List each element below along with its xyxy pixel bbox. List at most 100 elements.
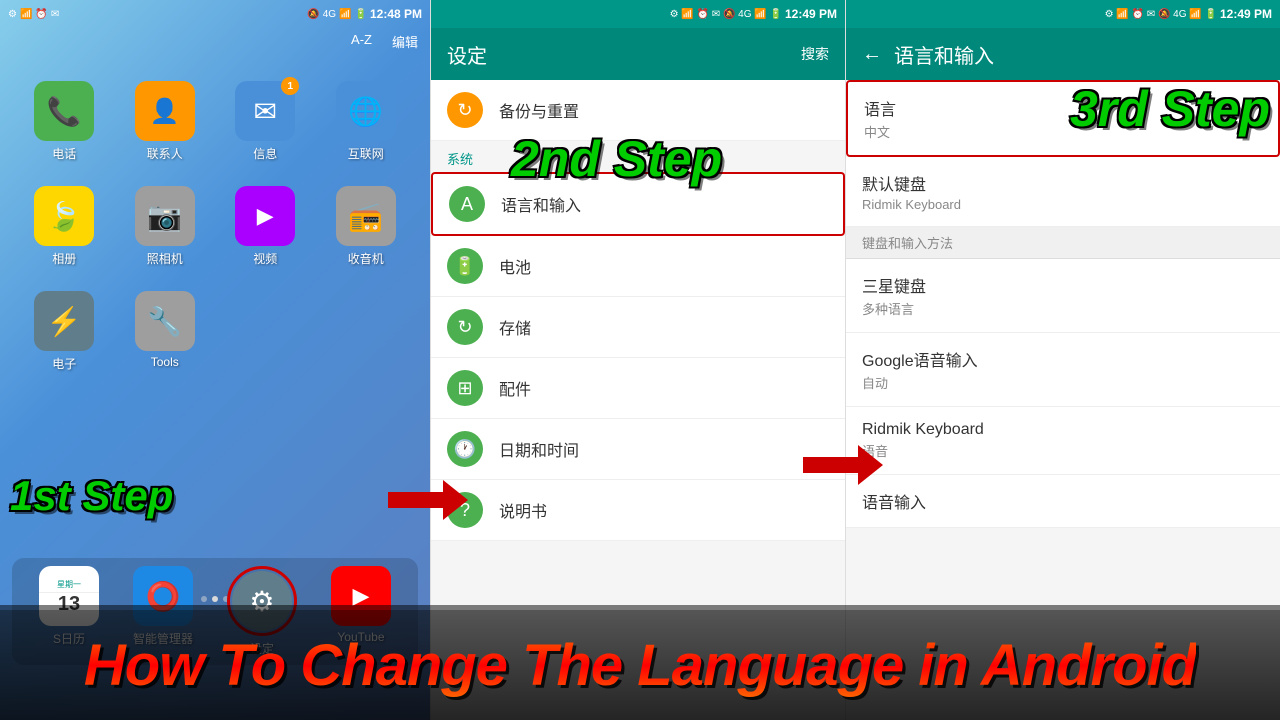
- wifi-icon: 📶: [20, 9, 32, 20]
- settings-item-manual[interactable]: ? 说明书: [431, 480, 845, 541]
- accessories-icon: ⊞: [447, 370, 483, 406]
- panel1-status-icons-right: 🔕 4G 📶 🔋 12:48 PM: [307, 7, 422, 21]
- language-input-title: 语言和输入: [894, 40, 994, 69]
- keyboard-section-divider: 键盘和输入方法: [846, 227, 1280, 259]
- voice-input-title: 语音输入: [862, 489, 1264, 513]
- accessories-label: 配件: [499, 376, 531, 400]
- gallery-label: 相册: [52, 250, 76, 267]
- edit-label[interactable]: 编辑: [392, 32, 418, 51]
- ridmik-title: Ridmik Keyboard: [862, 421, 1264, 439]
- tools2-label: Tools: [151, 355, 179, 369]
- step2-label: 2nd Step: [511, 130, 722, 188]
- datetime-label: 日期和时间: [499, 437, 579, 461]
- arrow2-container: [803, 445, 883, 490]
- video-icon: ▶: [235, 186, 295, 246]
- radio-icon: 📻: [336, 186, 396, 246]
- step1-label: 1st Step: [10, 472, 173, 520]
- internet-icon: 🌐: [336, 81, 396, 141]
- tools-label: 电子: [52, 355, 76, 372]
- app-contacts[interactable]: 👤 联系人: [121, 81, 210, 162]
- messages-icon: ✉ 1: [235, 81, 295, 141]
- lang-item-google-voice[interactable]: Google语音输入 自动: [846, 333, 1280, 407]
- settings-header: 设定 搜索: [431, 28, 845, 80]
- manual-label: 说明书: [499, 498, 547, 522]
- lang-item-voice-input[interactable]: 语音输入: [846, 475, 1280, 528]
- video-label: 视频: [253, 250, 277, 267]
- p3-time: 12:49 PM: [1220, 7, 1272, 21]
- p3-icons: ⚙ 📶 ⏰ ✉ 🔕 4G 📶 🔋: [1105, 9, 1217, 20]
- empty-slot2: [322, 291, 382, 372]
- phone-label: 电话: [52, 145, 76, 162]
- samsung-keyboard-subtitle: 多种语言: [862, 299, 1264, 318]
- settings-item-accessories[interactable]: ⊞ 配件: [431, 358, 845, 419]
- ridmik-subtitle: 语音: [862, 441, 1264, 460]
- phone-icon: 📞: [34, 81, 94, 141]
- settings-item-datetime[interactable]: 🕐 日期和时间: [431, 419, 845, 480]
- language-icon: A: [449, 186, 485, 222]
- p2-time: 12:49 PM: [785, 7, 837, 21]
- internet-label: 互联网: [348, 145, 384, 162]
- step3-label: 3rd Step: [1070, 80, 1270, 138]
- signal-icon: 4G: [323, 9, 336, 20]
- panel1-status-bar: ⚙ 📶 ⏰ ✉ 🔕 4G 📶 🔋 12:48 PM: [0, 0, 430, 28]
- panel1-status-icons-left: ⚙ 📶 ⏰ ✉: [8, 9, 59, 20]
- contacts-label: 联系人: [147, 145, 183, 162]
- app-messages[interactable]: ✉ 1 信息: [221, 81, 310, 162]
- app-gallery[interactable]: 🍃 相册: [20, 186, 109, 267]
- signal-bars: 📶: [339, 9, 351, 20]
- empty-slot1: [221, 291, 281, 372]
- language-list: 语言 中文 默认键盘 Ridmik Keyboard 键盘和输入方法 三星键盘 …: [846, 80, 1280, 528]
- default-keyboard-subtitle: Ridmik Keyboard: [862, 197, 1264, 212]
- app-row-2: 🍃 相册 📷 照相机 ▶ 视频 📻 收音机: [0, 170, 430, 283]
- settings-title: 设定: [447, 40, 487, 69]
- arrow1-container: [388, 480, 468, 520]
- app-tools2[interactable]: 🔧 Tools: [121, 291, 210, 372]
- language-label: 语言和输入: [501, 192, 581, 216]
- back-button[interactable]: ←: [862, 43, 882, 66]
- contacts-icon: 👤: [135, 81, 195, 141]
- settings-search[interactable]: 搜索: [801, 44, 829, 64]
- battery-settings-icon: 🔋: [447, 248, 483, 284]
- messages-label: 信息: [253, 145, 277, 162]
- backup-icon: ↻: [447, 92, 483, 128]
- arrow2-svg: [803, 445, 883, 485]
- default-keyboard-title: 默认键盘: [862, 171, 1264, 195]
- google-voice-title: Google语音输入: [862, 347, 1264, 371]
- radio-label: 收音机: [348, 250, 384, 267]
- settings-item-storage[interactable]: ↻ 存储: [431, 297, 845, 358]
- language-header: ← 语言和输入: [846, 28, 1280, 80]
- alarm-icon: ⏰: [35, 9, 47, 20]
- tools-icon: ⚡: [34, 291, 94, 351]
- bottom-title-text: How To Change The Language in Android: [84, 632, 1196, 699]
- tools2-icon: 🔧: [135, 291, 195, 351]
- datetime-icon: 🕐: [447, 431, 483, 467]
- camera-label: 照相机: [147, 250, 183, 267]
- app-row-1: 📞 电话 👤 联系人 ✉ 1 信息 🌐 互联网: [0, 65, 430, 178]
- battery-settings-label: 电池: [499, 254, 531, 278]
- app-video[interactable]: ▶ 视频: [221, 186, 310, 267]
- app-tools[interactable]: ⚡ 电子: [20, 291, 109, 372]
- gallery-icon: 🍃: [34, 186, 94, 246]
- silent-icon: 🔕: [307, 9, 319, 20]
- app-radio[interactable]: 📻 收音机: [322, 186, 411, 267]
- arrow1-svg: [388, 480, 468, 520]
- storage-icon: ↻: [447, 309, 483, 345]
- panel3-status-bar: ⚙ 📶 ⏰ ✉ 🔕 4G 📶 🔋 12:49 PM: [846, 0, 1280, 28]
- app-phone[interactable]: 📞 电话: [20, 81, 109, 162]
- az-label[interactable]: A-Z: [351, 32, 372, 51]
- panel2-status-bar: ⚙ 📶 ⏰ ✉ 🔕 4G 📶 🔋 12:49 PM: [431, 0, 845, 28]
- samsung-keyboard-title: 三星键盘: [862, 273, 1264, 297]
- camera-icon: 📷: [135, 186, 195, 246]
- lang-item-samsung-keyboard[interactable]: 三星键盘 多种语言: [846, 259, 1280, 333]
- battery-icon: 🔋: [355, 9, 367, 20]
- settings-item-battery[interactable]: 🔋 电池: [431, 236, 845, 297]
- lang-item-default-keyboard[interactable]: 默认键盘 Ridmik Keyboard: [846, 157, 1280, 227]
- lang-item-ridmik[interactable]: Ridmik Keyboard 语音: [846, 407, 1280, 475]
- panel1-topbar: A-Z 编辑: [0, 28, 430, 55]
- p2-icons: ⚙ 📶 ⏰ ✉ 🔕 4G 📶 🔋: [670, 9, 782, 20]
- app-internet[interactable]: 🌐 互联网: [322, 81, 411, 162]
- message-badge: 1: [281, 77, 299, 95]
- app-camera[interactable]: 📷 照相机: [121, 186, 210, 267]
- backup-label: 备份与重置: [499, 98, 579, 122]
- bottom-title-container: How To Change The Language in Android: [0, 610, 1280, 720]
